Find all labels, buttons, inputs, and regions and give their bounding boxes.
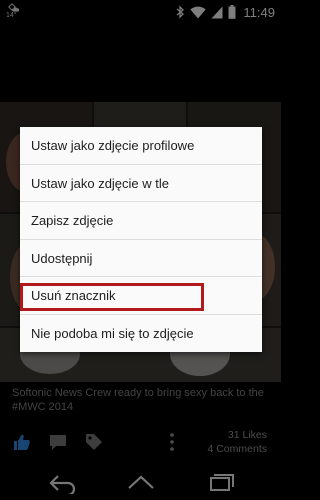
menu-item-set-profile-photo[interactable]: Ustaw jako zdjęcie profilowe [20, 127, 262, 165]
menu-item-dislike-photo[interactable]: Nie podoba mi się to zdjęcie [20, 315, 262, 353]
menu-item-set-cover-photo[interactable]: Ustaw jako zdjęcie w tle [20, 165, 262, 202]
menu-item-share[interactable]: Udostępnij [20, 240, 262, 277]
menu-item-remove-tag[interactable]: Usuń znacznik [20, 277, 262, 315]
menu-item-save-photo[interactable]: Zapisz zdjęcie [20, 202, 262, 240]
context-menu: Ustaw jako zdjęcie profilowe Ustaw jako … [20, 127, 262, 352]
screen: 14° 11:49 Softonic News Crew ready to br… [0, 0, 281, 500]
